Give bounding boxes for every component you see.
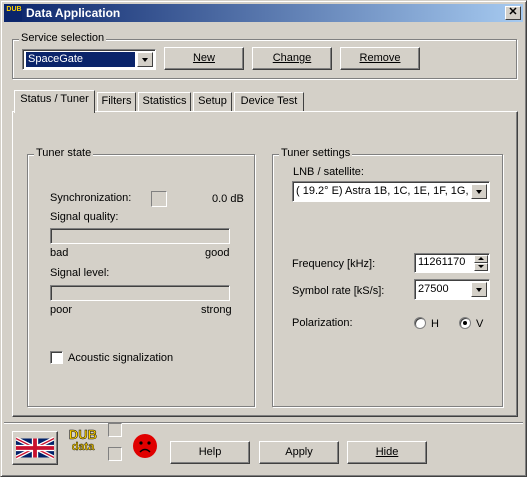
window-title: Data Application — [26, 6, 121, 20]
symbol-rate-label: Symbol rate [kS/s]: — [292, 285, 385, 297]
signal-quality-bar — [50, 228, 230, 244]
app-window: DUB Data Application ✕ Service selection… — [0, 0, 527, 477]
spin-up-icon[interactable] — [474, 255, 488, 263]
tab-statistics[interactable]: Statistics — [138, 92, 191, 112]
acoustic-signalization-label[interactable]: Acoustic signalization — [68, 352, 173, 364]
apply-button[interactable]: Apply — [259, 441, 339, 464]
remove-button[interactable]: Remove — [340, 47, 420, 70]
sync-value: 0.0 dB — [212, 193, 244, 205]
close-button[interactable]: ✕ — [505, 6, 521, 20]
level-max-label: strong — [201, 304, 232, 316]
hide-button[interactable]: Hide — [347, 441, 427, 464]
polarization-h-label[interactable]: H — [431, 318, 439, 330]
spin-down-icon[interactable] — [474, 263, 488, 271]
language-flag-button[interactable] — [12, 431, 58, 465]
tab-status-tuner[interactable]: Status / Tuner — [14, 90, 95, 113]
quality-min-label: bad — [50, 247, 69, 259]
lnb-satellite-value: ( 19.2° E) Astra 1B, 1C, 1E, 1F, 1G, 1 — [296, 185, 469, 197]
polarization-label: Polarization: — [292, 317, 353, 329]
status-indicator-top — [108, 423, 122, 437]
sad-face-icon — [133, 434, 157, 458]
help-button[interactable]: Help — [170, 441, 250, 464]
bottom-separator — [4, 422, 523, 424]
level-min-label: poor — [50, 304, 73, 316]
status-indicator-bottom — [108, 447, 122, 461]
frequency-value: 11261170 — [418, 256, 466, 268]
tab-device-test[interactable]: Device Test — [234, 92, 304, 112]
tuner-settings-label: Tuner settings — [279, 147, 353, 159]
service-selection-label: Service selection — [19, 32, 107, 44]
change-button[interactable]: Change — [252, 47, 332, 70]
service-selected-value: SpaceGate — [26, 52, 135, 67]
uk-flag-icon — [16, 436, 54, 460]
frequency-spinbox[interactable]: 11261170 — [414, 253, 490, 273]
tab-filters[interactable]: Filters — [97, 92, 136, 112]
tuner-state-label: Tuner state — [34, 147, 94, 159]
polarization-v-radio[interactable] — [459, 317, 471, 329]
app-logo-icon: DUB — [6, 5, 22, 21]
frequency-spin-buttons[interactable] — [474, 255, 488, 271]
title-bar[interactable]: DUB Data Application ✕ — [4, 4, 523, 22]
acoustic-signalization-checkbox[interactable] — [50, 351, 63, 364]
synchronization-label: Synchronization: — [50, 192, 132, 204]
service-dropdown[interactable]: SpaceGate — [22, 49, 156, 70]
chevron-down-icon[interactable] — [471, 184, 487, 199]
quality-max-label: good — [205, 247, 230, 259]
signal-level-label: Signal level: — [50, 267, 110, 279]
new-button[interactable]: New — [164, 47, 244, 70]
frequency-label: Frequency [kHz]: — [292, 258, 376, 270]
sync-indicator — [151, 191, 167, 207]
chevron-down-icon[interactable] — [137, 52, 153, 67]
radio-selected-dot — [463, 321, 467, 325]
polarization-v-label[interactable]: V — [476, 318, 483, 330]
signal-quality-label: Signal quality: — [50, 211, 119, 223]
lnb-satellite-label: LNB / satellite: — [293, 166, 364, 178]
symbol-rate-value: 27500 — [418, 283, 449, 295]
signal-level-bar — [50, 285, 230, 301]
polarization-h-radio[interactable] — [414, 317, 426, 329]
dub-data-logo: DUB data — [68, 427, 98, 453]
tab-setup[interactable]: Setup — [193, 92, 232, 112]
symbol-rate-dropdown[interactable]: 27500 — [414, 279, 490, 300]
lnb-satellite-dropdown[interactable]: ( 19.2° E) Astra 1B, 1C, 1E, 1F, 1G, 1 — [292, 181, 490, 202]
chevron-down-icon[interactable] — [471, 282, 487, 297]
